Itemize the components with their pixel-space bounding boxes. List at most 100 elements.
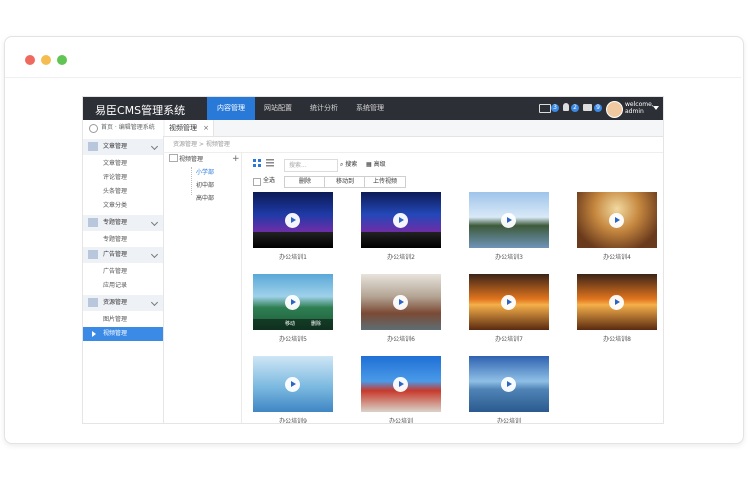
video-thumbnail[interactable] [469, 274, 549, 330]
chevron-down-icon[interactable] [653, 106, 659, 110]
tree-root[interactable]: 视频管理 [179, 154, 203, 163]
chevron-down-icon [150, 142, 159, 151]
video-title: 办公培训 [496, 418, 521, 424]
ad-icon [88, 250, 98, 259]
message-icon[interactable] [583, 104, 592, 111]
play-icon[interactable] [393, 377, 408, 392]
sidebar-item-categories[interactable]: 文章分类 [83, 199, 163, 213]
search-input[interactable]: 搜索... [284, 159, 338, 172]
play-icon[interactable] [393, 213, 408, 228]
chevron-down-icon [150, 250, 159, 259]
sidebar-group-topics[interactable]: 专题管理 [83, 215, 163, 231]
sidebar-group-article[interactable]: 文章管理 [83, 139, 163, 155]
home-icon[interactable] [89, 124, 98, 133]
play-icon[interactable] [285, 213, 300, 228]
video-thumbnail[interactable] [361, 274, 441, 330]
sidebar-item-label: 头条管理 [103, 188, 128, 195]
sidebar-item-articles[interactable]: 文章管理 [83, 157, 163, 171]
sidebar-item-headlines[interactable]: 头条管理 [83, 185, 163, 199]
play-icon[interactable] [609, 213, 624, 228]
play-icon[interactable] [501, 377, 516, 392]
tree-node-high[interactable]: 高中部 [196, 193, 214, 202]
nav-site-config[interactable]: 网站配置 [255, 97, 301, 120]
sidebar-group-label: 广告管理 [103, 251, 128, 258]
play-icon[interactable] [609, 295, 624, 310]
close-icon[interactable]: × [203, 120, 209, 136]
sidebar-breadcrumb: 首页 · 编辑管理系统 [83, 120, 163, 136]
sidebar-item-videos[interactable]: 视频管理 [83, 327, 163, 341]
video-thumbnail[interactable] [253, 192, 333, 248]
select-all-checkbox[interactable] [253, 178, 261, 186]
topic-icon [88, 218, 98, 227]
tree-node-primary[interactable]: 小学部 [196, 167, 214, 176]
audience-shape [361, 232, 441, 248]
sidebar-item-label: 文章分类 [103, 202, 128, 209]
breadcrumb: 资源管理 > 视频管理 [163, 137, 663, 153]
delete-button[interactable]: 删除 [284, 176, 326, 188]
user-greeting: welcome, admin [625, 101, 654, 115]
move-to-button[interactable]: 移动到 [324, 176, 366, 188]
category-tree: 视频管理 + 小学部 初中部 高中部 [163, 152, 242, 423]
close-window-dot[interactable] [25, 55, 35, 65]
grid-view-icon[interactable] [253, 159, 261, 167]
avatar[interactable] [606, 101, 623, 118]
nav-statistics[interactable]: 统计分析 [301, 97, 347, 120]
video-thumbnail[interactable] [253, 356, 333, 412]
chevron-down-icon [150, 298, 159, 307]
caret-right-icon [92, 331, 96, 337]
sidebar-item-topics[interactable]: 专题管理 [83, 233, 163, 247]
sidebar-item-images[interactable]: 图片管理 [83, 313, 163, 327]
move-action[interactable]: 移动 [285, 319, 295, 330]
video-thumbnail[interactable] [469, 192, 549, 248]
minimize-window-dot[interactable] [41, 55, 51, 65]
list-view-icon[interactable] [266, 159, 274, 167]
nav-system[interactable]: 系统管理 [347, 97, 393, 120]
sidebar-item-comments[interactable]: 评论管理 [83, 171, 163, 185]
sidebar-item-ad-records[interactable]: 应用记录 [83, 279, 163, 293]
video-thumbnail[interactable]: 移动 删除 [253, 274, 333, 330]
sidebar-group-ads[interactable]: 广告管理 [83, 247, 163, 263]
video-title: 办公培训5 [279, 336, 307, 343]
sidebar-group-label: 资源管理 [103, 299, 128, 306]
tree-connector [191, 167, 193, 195]
breadcrumb-text: 资源管理 > 视频管理 [173, 141, 230, 148]
sidebar-item-label: 图片管理 [103, 316, 128, 323]
tree-node-middle[interactable]: 初中部 [196, 180, 214, 189]
maximize-window-dot[interactable] [57, 55, 67, 65]
message-badge: 9 [594, 104, 602, 112]
video-title: 办公培训8 [603, 336, 631, 343]
play-icon[interactable] [285, 377, 300, 392]
video-thumbnail[interactable] [577, 274, 657, 330]
user-name: admin [625, 108, 644, 115]
select-all-label: 全选 [263, 177, 276, 184]
search-button[interactable]: ⌕ 搜索 [340, 160, 357, 170]
tab-label: 视频管理 [169, 124, 197, 132]
video-thumbnail[interactable] [361, 356, 441, 412]
play-icon[interactable] [285, 295, 300, 310]
app-brand: 易臣CMS管理系统 [95, 104, 186, 117]
play-icon[interactable] [393, 295, 408, 310]
add-icon[interactable]: + [232, 154, 240, 164]
sidebar-group-resources[interactable]: 资源管理 [83, 295, 163, 311]
tab-video-management[interactable]: 视频管理 × [165, 120, 214, 136]
window-titlebar [5, 37, 741, 78]
search-label: 搜索 [345, 161, 358, 168]
advanced-label: 高级 [373, 161, 386, 168]
bell-icon[interactable] [563, 103, 569, 111]
mail-icon[interactable] [539, 104, 551, 113]
video-thumbnail[interactable] [577, 192, 657, 248]
video-thumbnail[interactable] [361, 192, 441, 248]
bell-badge: 2 [571, 104, 579, 112]
upload-video-button[interactable]: 上传视频 [364, 176, 406, 188]
play-icon[interactable] [501, 295, 516, 310]
video-thumbnail[interactable] [469, 356, 549, 412]
video-title: 办公培训 [388, 418, 413, 424]
advanced-search-button[interactable]: ▦ 高级 [366, 160, 386, 170]
hover-actions: 移动 删除 [253, 319, 333, 330]
sidebar-item-label: 视频管理 [103, 330, 128, 337]
nav-content-management[interactable]: 内容管理 [207, 97, 255, 120]
tab-bar: 视频管理 × [163, 120, 663, 137]
delete-action[interactable]: 删除 [311, 319, 321, 330]
play-icon[interactable] [501, 213, 516, 228]
sidebar-item-ads[interactable]: 广告管理 [83, 265, 163, 279]
